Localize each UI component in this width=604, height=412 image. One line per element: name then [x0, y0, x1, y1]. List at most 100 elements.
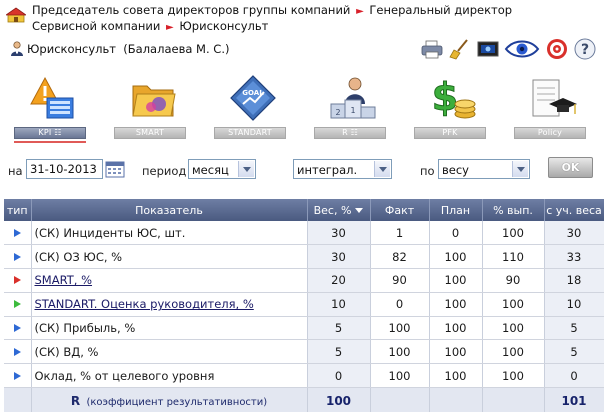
play-triangle-icon[interactable]: [13, 228, 21, 237]
svg-text:$: $: [432, 75, 458, 119]
column-header-plan[interactable]: План: [429, 199, 483, 221]
period-select[interactable]: месяц: [188, 159, 256, 179]
table-row[interactable]: (СК) ВД, % 5 100 100 100 5: [4, 339, 604, 365]
chevron-down-icon[interactable]: [512, 161, 528, 177]
folders-icon: [132, 85, 176, 117]
pct-cell: 100: [482, 221, 545, 246]
play-triangle-icon[interactable]: [13, 276, 21, 285]
ok-button[interactable]: OK: [548, 157, 593, 178]
row-type-cell: [4, 268, 32, 293]
play-triangle-icon[interactable]: [13, 371, 21, 380]
column-header-pct[interactable]: % вып.: [482, 199, 545, 221]
table-row[interactable]: SMART, % 20 90 100 90 18: [4, 268, 604, 293]
date-input[interactable]: [26, 159, 103, 179]
play-triangle-icon[interactable]: [13, 300, 21, 309]
column-header-weight[interactable]: Вес, %: [307, 199, 371, 221]
mode-select-value: интеграл.: [297, 163, 358, 177]
total-label-cell: R (коэффициент результативности): [31, 387, 308, 412]
indicator-name: (СК) ВД, %: [34, 344, 99, 359]
module-r[interactable]: 2 1 R ☷: [314, 70, 392, 146]
plan-cell: 100: [429, 363, 483, 389]
module-bar: KPI ☷ SMART GOAL STANDART 2 1 R ☷ $ PFK …: [0, 70, 604, 150]
module-pfk[interactable]: $ PFK: [414, 70, 492, 146]
chevron-down-icon[interactable]: [374, 161, 390, 177]
user-icon: [11, 41, 23, 56]
column-header-type[interactable]: тип: [4, 199, 32, 221]
row-type-cell: [4, 221, 32, 246]
target-icon[interactable]: [545, 38, 569, 60]
broom-icon[interactable]: [448, 38, 472, 60]
pct-cell: 90: [482, 268, 545, 293]
monitor-icon[interactable]: [476, 38, 500, 60]
table-row[interactable]: Оклад, % от целевого уровня 0 100 100 100 0: [4, 363, 604, 389]
module-smart-label: SMART: [114, 127, 186, 139]
module-standart[interactable]: GOAL STANDART: [214, 70, 292, 146]
kpi-table: тип Показатель Вес, % Факт План % вып. с…: [4, 199, 604, 412]
breadcrumb-separator-icon: ►: [356, 6, 364, 17]
total-weight-cell: 100: [307, 387, 371, 412]
play-triangle-icon[interactable]: [13, 252, 21, 261]
column-header-fact[interactable]: Факт: [370, 199, 430, 221]
module-kpi-label: KPI ☷: [14, 127, 86, 139]
calendar-icon[interactable]: [105, 160, 125, 178]
home-icon[interactable]: [6, 7, 26, 23]
total-type-cell: [4, 387, 32, 412]
filter-bar: на период месяц интеграл. по весу OK: [0, 156, 604, 184]
module-policy[interactable]: Policy: [514, 70, 592, 146]
table-row[interactable]: (СК) Прибыль, % 5 100 100 100 5: [4, 316, 604, 341]
fact-cell: 1: [370, 221, 430, 246]
printer-icon[interactable]: [420, 38, 444, 60]
podium-icon: 2 1: [330, 77, 376, 119]
pct-cell: 100: [482, 363, 545, 389]
column-header-weighted[interactable]: с уч. веса: [544, 199, 604, 221]
help-icon[interactable]: ?: [573, 38, 597, 60]
weight-cell: 20: [307, 268, 371, 293]
indicator-name: (СК) Инциденты ЮС, шт.: [34, 225, 186, 240]
plan-cell: 100: [429, 316, 483, 341]
svg-text:2: 2: [335, 108, 340, 117]
total-empty-cell: [482, 387, 545, 412]
weighted-cell: 33: [544, 244, 604, 270]
mode-select[interactable]: интеграл.: [293, 159, 392, 179]
play-triangle-icon[interactable]: [13, 324, 21, 333]
period-select-value: месяц: [192, 163, 229, 177]
row-type-cell: [4, 339, 32, 365]
indicator-name[interactable]: SMART, %: [35, 273, 93, 287]
weighted-cell: 10: [544, 292, 604, 317]
svg-text:?: ?: [581, 42, 589, 58]
indicator-name-cell[interactable]: SMART, %: [31, 268, 308, 293]
fact-cell: 82: [370, 244, 430, 270]
breadcrumb-item-chairman[interactable]: Председатель совета директоров группы ко…: [32, 3, 350, 17]
table-row[interactable]: STANDART. Оценка руководителя, % 10 0 100 10…: [4, 292, 604, 317]
module-kpi[interactable]: KPI ☷: [14, 70, 92, 146]
period-label: период: [142, 164, 187, 178]
total-empty-cell: [429, 387, 483, 412]
total-weighted-cell: 101: [544, 387, 604, 412]
graduation-icon: [532, 79, 577, 117]
row-type-cell: [4, 363, 32, 389]
column-header-indicator[interactable]: Показатель: [31, 199, 308, 221]
eye-icon[interactable]: [504, 38, 540, 60]
weight-cell: 5: [307, 316, 371, 341]
chevron-down-icon[interactable]: [238, 161, 254, 177]
indicator-name[interactable]: STANDART. Оценка руководителя, %: [35, 297, 254, 311]
indicator-name-cell: (СК) ОЗ ЮС, %: [31, 244, 308, 270]
indicator-name-cell: (СК) Инциденты ЮС, шт.: [31, 221, 308, 246]
user-bar: Юрисконсульт (Балалаева М. С.) ?: [0, 36, 604, 62]
by-select-value: весу: [442, 163, 469, 177]
module-smart[interactable]: SMART: [114, 70, 192, 146]
user-name: (Балалаева М. С.): [123, 42, 230, 56]
weighted-cell: 5: [544, 339, 604, 365]
fact-cell: 100: [370, 363, 430, 389]
total-r-description: (коэффициент результативности): [86, 396, 268, 408]
play-triangle-icon[interactable]: [13, 347, 21, 356]
table-row[interactable]: (СК) Инциденты ЮС, шт. 30 1 0 100 30: [4, 221, 604, 246]
plan-cell: 0: [429, 221, 483, 246]
row-type-cell: [4, 316, 32, 341]
pct-cell: 100: [482, 316, 545, 341]
by-select[interactable]: весу: [438, 159, 530, 179]
table-row[interactable]: (СК) ОЗ ЮС, % 30 82 100 110 33: [4, 244, 604, 270]
money-icon: $: [431, 75, 476, 120]
sort-down-icon: [355, 208, 364, 213]
indicator-name-cell[interactable]: STANDART. Оценка руководителя, %: [31, 292, 308, 317]
